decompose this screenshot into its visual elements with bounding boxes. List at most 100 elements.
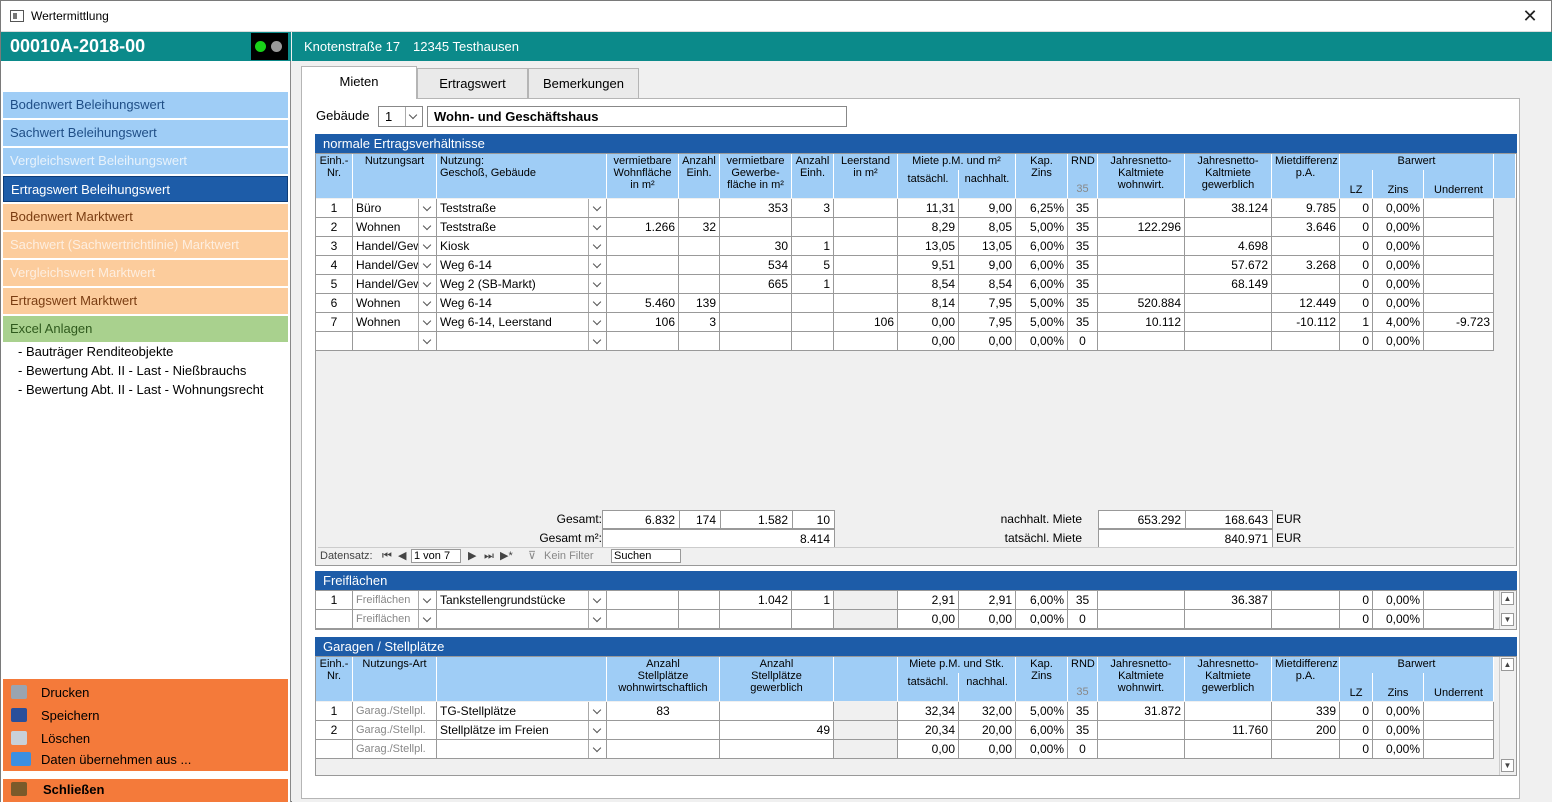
table-cell[interactable]: 5.460 (607, 294, 679, 313)
table-cell[interactable]: Freiflächen (353, 610, 437, 629)
sidebar-item-8[interactable]: Excel Anlagen (3, 316, 288, 342)
table-cell[interactable]: 0,00% (1373, 740, 1424, 759)
table-cell[interactable]: Wohnen (353, 294, 437, 313)
table-cell[interactable]: 106 (834, 313, 898, 332)
sidebar-item-1[interactable]: Sachwert Beleihungswert (3, 120, 288, 146)
table-cell[interactable] (437, 610, 607, 629)
table-cell[interactable]: Weg 6-14 (437, 294, 607, 313)
table-cell[interactable]: Büro (353, 199, 437, 218)
tab-bemerkungen[interactable]: Bemerkungen (528, 68, 639, 98)
building-select[interactable]: 1 (378, 106, 423, 127)
table-cell[interactable]: 83 (607, 702, 720, 721)
filter-icon[interactable]: ⊽ (528, 548, 536, 564)
table-cell[interactable]: 7,95 (959, 313, 1016, 332)
table-cell[interactable]: Teststraße (437, 218, 607, 237)
table-cell[interactable]: Tankstellengrundstücke (437, 591, 607, 610)
table-cell[interactable]: 3 (792, 199, 834, 218)
print-button[interactable]: Drucken (11, 682, 89, 704)
table-cell[interactable]: TG-Stellplätze (437, 702, 607, 721)
table-cell[interactable]: 8,14 (898, 294, 959, 313)
table-cell[interactable]: 106 (607, 313, 679, 332)
table-cell[interactable]: 11.760 (1185, 721, 1272, 740)
table-cell[interactable]: 35 (1068, 294, 1098, 313)
table-cell[interactable]: 0 (1340, 294, 1373, 313)
prev-record-icon[interactable]: ◀ (398, 548, 406, 564)
table-cell[interactable]: 7,95 (959, 294, 1016, 313)
table-cell[interactable]: 0 (1068, 332, 1098, 351)
table-cell[interactable]: 1 (792, 591, 834, 610)
sidebar-link-bautraeger[interactable]: - Bauträger Renditeobjekte (18, 344, 173, 359)
table-cell[interactable]: 0,00 (898, 610, 959, 629)
table-cell[interactable]: 49 (720, 721, 834, 740)
table-cell[interactable]: 5,00% (1016, 313, 1068, 332)
scroll-up-icon[interactable]: ▲ (1501, 592, 1514, 605)
table-cell[interactable]: 0 (1340, 740, 1373, 759)
table-cell[interactable] (437, 740, 607, 759)
table-cell[interactable]: 10.112 (1098, 313, 1185, 332)
table-cell[interactable]: 13,05 (898, 237, 959, 256)
table-cell[interactable]: Weg 2 (SB-Markt) (437, 275, 607, 294)
table-cell[interactable]: 31.872 (1098, 702, 1185, 721)
table-cell[interactable]: 0,00% (1373, 332, 1424, 351)
sidebar-item-3[interactable]: Ertragswert Beleihungswert (3, 176, 288, 202)
vertical-scrollbar[interactable]: ▲ ▼ (1499, 657, 1514, 775)
sidebar-item-0[interactable]: Bodenwert Beleihungswert (3, 92, 288, 118)
table-cell[interactable]: 0,00 (898, 332, 959, 351)
table-cell[interactable]: 0,00 (959, 740, 1016, 759)
table-cell[interactable]: 8,05 (959, 218, 1016, 237)
table-cell[interactable]: 1 (1340, 313, 1373, 332)
table-cell[interactable]: 1.042 (720, 591, 792, 610)
table-cell[interactable]: 35 (1068, 275, 1098, 294)
table-cell[interactable]: 32,34 (898, 702, 959, 721)
table-cell[interactable]: 4.698 (1185, 237, 1272, 256)
table-cell[interactable]: 0,00% (1016, 740, 1068, 759)
table-cell[interactable]: Freiflächen (353, 591, 437, 610)
table-cell[interactable]: 0 (1340, 199, 1373, 218)
table-cell[interactable]: 8,29 (898, 218, 959, 237)
table-cell[interactable]: 200 (1272, 721, 1340, 740)
filter-status[interactable]: Kein Filter (544, 548, 594, 564)
table-cell[interactable]: 6,00% (1016, 591, 1068, 610)
table-cell[interactable]: 3.646 (1272, 218, 1340, 237)
table-cell[interactable]: 9,00 (959, 199, 1016, 218)
table-cell[interactable]: 35 (1068, 591, 1098, 610)
last-record-icon[interactable]: ⏭ (484, 548, 494, 564)
table-cell[interactable]: 9,00 (959, 256, 1016, 275)
table-cell[interactable]: 6,00% (1016, 237, 1068, 256)
table-cell[interactable]: 0,00% (1373, 218, 1424, 237)
table-cell[interactable]: 0,00% (1016, 610, 1068, 629)
table-cell[interactable]: Stellplätze im Freien (437, 721, 607, 740)
table-cell[interactable]: 0,00% (1016, 332, 1068, 351)
table-cell[interactable]: Garag./Stellpl. (353, 702, 437, 721)
table-cell[interactable]: 38.124 (1185, 199, 1272, 218)
table-cell[interactable]: 0 (1068, 610, 1098, 629)
table-cell[interactable]: 20,00 (959, 721, 1016, 740)
table-cell[interactable]: Handel/Gewe (353, 275, 437, 294)
table-cell[interactable]: 0,00% (1373, 591, 1424, 610)
table-cell[interactable]: 0,00% (1373, 256, 1424, 275)
tab-mieten[interactable]: Mieten (301, 66, 417, 99)
table-cell[interactable]: Wohnen (353, 313, 437, 332)
sidebar-link-niessbrauch[interactable]: - Bewertung Abt. II - Last - Nießbrauchs (18, 363, 246, 378)
table-cell[interactable]: 353 (720, 199, 792, 218)
scroll-up-icon[interactable]: ▲ (1501, 658, 1514, 671)
table-cell[interactable]: 339 (1272, 702, 1340, 721)
table-cell[interactable]: 0 (1340, 275, 1373, 294)
table-cell[interactable]: 0 (1340, 610, 1373, 629)
table-cell[interactable]: 5,00% (1016, 702, 1068, 721)
table-cell[interactable]: 0 (1340, 237, 1373, 256)
table-cell[interactable]: 57.672 (1185, 256, 1272, 275)
table-cell[interactable]: 3.268 (1272, 256, 1340, 275)
table-cell[interactable]: 122.296 (1098, 218, 1185, 237)
table-cell[interactable]: 35 (1068, 237, 1098, 256)
table-cell[interactable]: 0,00% (1373, 294, 1424, 313)
table-cell[interactable]: 0,00 (959, 610, 1016, 629)
table-cell[interactable]: 9.785 (1272, 199, 1340, 218)
table-cell[interactable]: 0 (1340, 332, 1373, 351)
table-cell[interactable]: 35 (1068, 313, 1098, 332)
table-cell[interactable]: 0 (1340, 721, 1373, 740)
table-cell[interactable]: 5 (792, 256, 834, 275)
sidebar-item-4[interactable]: Bodenwert Marktwert (3, 204, 288, 230)
table-cell[interactable]: 0,00 (898, 740, 959, 759)
table-cell[interactable]: 11,31 (898, 199, 959, 218)
